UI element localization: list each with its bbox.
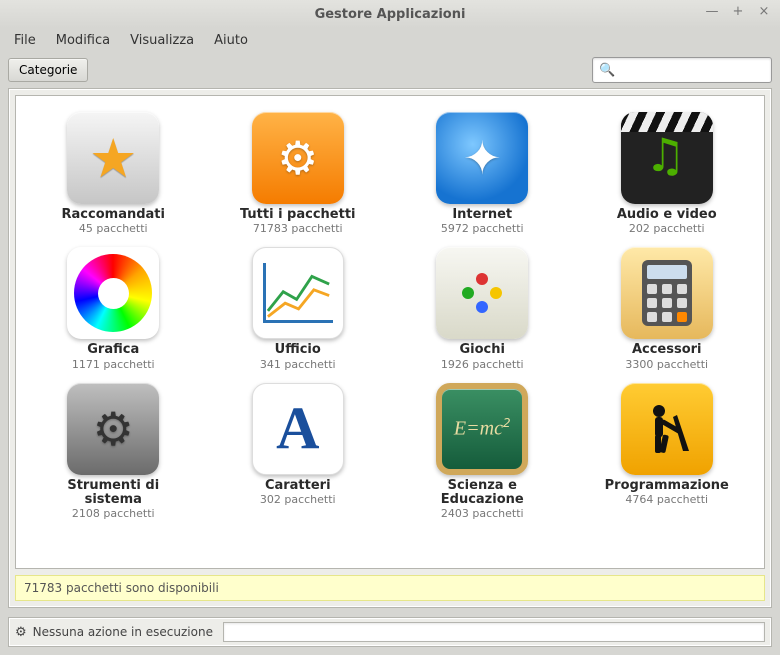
category-label: Internet [452, 208, 512, 222]
category-label: Giochi [460, 343, 505, 357]
category-count: 1926 pacchetti [441, 358, 524, 371]
gears-icon: ⚙ [252, 112, 344, 204]
category-count: 4764 pacchetti [625, 493, 708, 506]
category-office[interactable]: Ufficio 341 pacchetti [211, 243, 386, 374]
maximize-button[interactable]: + [730, 4, 746, 19]
category-count: 71783 pacchetti [253, 222, 343, 235]
star-icon: ★ [67, 112, 159, 204]
category-label: Accessori [632, 343, 702, 357]
category-label: Raccomandati [62, 208, 165, 222]
menu-file[interactable]: File [6, 31, 44, 50]
window-title: Gestore Applicazioni [315, 7, 466, 22]
category-graphics[interactable]: Grafica 1171 pacchetti [26, 243, 201, 374]
search-icon: 🔍 [599, 63, 615, 78]
category-games[interactable]: Giochi 1926 pacchetti [395, 243, 570, 374]
category-label: Programmazione [605, 479, 729, 493]
construction-icon [621, 383, 713, 475]
category-count: 1171 pacchetti [72, 358, 155, 371]
category-internet[interactable]: ✦ Internet 5972 pacchetti [395, 108, 570, 239]
category-audio-video[interactable]: Audio e video 202 pacchetti [580, 108, 755, 239]
categories-button[interactable]: Categorie [8, 58, 88, 82]
category-system-tools[interactable]: ⚙ Strumenti di sistema 2108 pacchetti [26, 379, 201, 525]
category-label: Strumenti di sistema [43, 479, 183, 508]
color-wheel-icon [67, 247, 159, 339]
globe-icon: ✦ [436, 112, 528, 204]
category-count: 302 pacchetti [260, 493, 336, 506]
progress-bar [223, 622, 765, 642]
category-label: Scienza e Educazione [412, 479, 552, 508]
menubar: File Modifica Visualizza Aiuto [0, 28, 780, 52]
titlebar: Gestore Applicazioni — + × [0, 0, 780, 28]
category-grid: ★ Raccomandati 45 pacchetti ⚙ Tutti i pa… [26, 108, 754, 524]
category-label: Audio e video [617, 208, 717, 222]
categories-pane: ★ Raccomandati 45 pacchetti ⚙ Tutti i pa… [15, 95, 765, 569]
toolbar: Categorie 🔍 ⌫ [0, 52, 780, 88]
category-recommended[interactable]: ★ Raccomandati 45 pacchetti [26, 108, 201, 239]
category-count: 45 pacchetti [79, 222, 148, 235]
cog-icon: ⚙ [67, 383, 159, 475]
calculator-icon [621, 247, 713, 339]
available-packages-status: 71783 pacchetti sono disponibili [15, 575, 765, 601]
category-science-education[interactable]: E=mc2 Scienza e Educazione 2403 pacchett… [395, 379, 570, 525]
chalkboard-icon: E=mc2 [436, 383, 528, 475]
window-controls: — + × [704, 4, 772, 19]
font-icon: A [252, 383, 344, 475]
minimize-button[interactable]: — [704, 4, 720, 19]
search-box[interactable]: 🔍 ⌫ [592, 57, 772, 83]
chart-icon [252, 247, 344, 339]
category-count: 5972 pacchetti [441, 222, 524, 235]
category-count: 2108 pacchetti [72, 507, 155, 520]
search-input[interactable] [619, 63, 780, 78]
action-status-text: Nessuna azione in esecuzione [33, 625, 213, 639]
category-count: 2403 pacchetti [441, 507, 524, 520]
music-icon [621, 112, 713, 204]
category-fonts[interactable]: A Caratteri 302 pacchetti [211, 379, 386, 525]
menu-edit[interactable]: Modifica [48, 31, 118, 50]
category-label: Ufficio [275, 343, 321, 357]
category-accessories[interactable]: Accessori 3300 pacchetti [580, 243, 755, 374]
main-frame: ★ Raccomandati 45 pacchetti ⚙ Tutti i pa… [8, 88, 772, 608]
menu-view[interactable]: Visualizza [122, 31, 202, 50]
category-label: Caratteri [265, 479, 331, 493]
menu-help[interactable]: Aiuto [206, 31, 256, 50]
category-label: Grafica [87, 343, 139, 357]
gear-icon: ⚙ [15, 625, 27, 640]
category-all-packages[interactable]: ⚙ Tutti i pacchetti 71783 pacchetti [211, 108, 386, 239]
category-count: 202 pacchetti [629, 222, 705, 235]
category-count: 3300 pacchetti [625, 358, 708, 371]
gamepad-icon [436, 247, 528, 339]
bottom-status-bar: ⚙ Nessuna azione in esecuzione [8, 617, 772, 647]
category-programming[interactable]: Programmazione 4764 pacchetti [580, 379, 755, 525]
category-count: 341 pacchetti [260, 358, 336, 371]
close-button[interactable]: × [756, 4, 772, 19]
category-label: Tutti i pacchetti [240, 208, 356, 222]
